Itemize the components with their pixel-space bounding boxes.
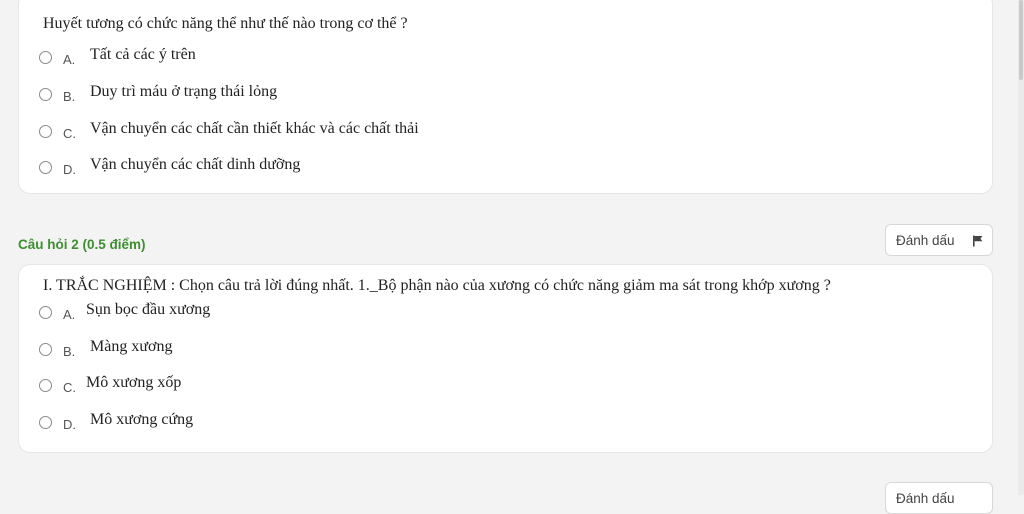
radio-button[interactable] xyxy=(39,306,52,319)
radio-button[interactable] xyxy=(39,416,52,429)
option-letter: A. xyxy=(63,307,76,322)
flag-question-3-button[interactable]: Đánh dấu xyxy=(885,482,993,514)
question-1-option-d[interactable]: D. Vận chuyển các chất dinh dưỡng xyxy=(39,156,739,180)
question-2-text: I. TRẮC NGHIỆM : Chọn câu trả lời đúng n… xyxy=(43,277,831,294)
option-text: Mô xương xốp xyxy=(86,374,182,391)
option-letter: D. xyxy=(63,417,76,432)
scrollbar[interactable] xyxy=(1018,0,1024,495)
question-2-card: I. TRẮC NGHIỆM : Chọn câu trả lời đúng n… xyxy=(18,264,993,453)
option-letter: B. xyxy=(63,344,76,359)
question-2-option-d[interactable]: D. Mô xương cứng xyxy=(39,411,739,435)
question-1-option-b[interactable]: B. Duy trì máu ở trạng thái lỏng xyxy=(39,83,739,107)
question-1-option-c[interactable]: C. Vận chuyển các chất cần thiết khác và… xyxy=(39,120,739,144)
flag-button-label: Đánh dấu xyxy=(896,233,955,248)
option-text: Tất cả các ý trên xyxy=(90,46,196,63)
question-1-card: Huyết tương có chức năng thể như thế nào… xyxy=(18,0,993,194)
option-text: Duy trì máu ở trạng thái lỏng xyxy=(90,83,278,100)
option-letter: D. xyxy=(63,162,76,177)
question-2-header: Câu hỏi 2 (0.5 điểm) xyxy=(18,237,146,252)
flag-icon xyxy=(973,235,983,247)
option-letter: C. xyxy=(63,380,76,395)
flag-question-2-button[interactable]: Đánh dấu xyxy=(885,224,993,256)
question-1-option-a[interactable]: A. Tất cả các ý trên xyxy=(39,46,739,70)
question-2-option-c[interactable]: C. Mô xương xốp xyxy=(39,374,739,398)
option-text: Sụn bọc đầu xương xyxy=(86,301,211,318)
radio-button[interactable] xyxy=(39,125,52,138)
option-letter: B. xyxy=(63,89,76,104)
radio-button[interactable] xyxy=(39,88,52,101)
question-2-option-b[interactable]: B. Màng xương xyxy=(39,338,739,362)
flag-button-label: Đánh dấu xyxy=(896,491,955,506)
radio-button[interactable] xyxy=(39,379,52,392)
option-text: Vận chuyển các chất dinh dưỡng xyxy=(90,156,301,173)
option-text: Vận chuyển các chất cần thiết khác và cá… xyxy=(90,120,419,137)
option-text: Mô xương cứng xyxy=(90,411,194,428)
question-2-option-a[interactable]: A. Sụn bọc đầu xương xyxy=(39,301,739,325)
radio-button[interactable] xyxy=(39,161,52,174)
radio-button[interactable] xyxy=(39,343,52,356)
question-1-text: Huyết tương có chức năng thể như thế nào… xyxy=(43,15,408,32)
option-text: Màng xương xyxy=(90,338,173,355)
option-letter: C. xyxy=(63,126,76,141)
radio-button[interactable] xyxy=(39,51,52,64)
scrollbar-thumb[interactable] xyxy=(1019,0,1023,80)
option-letter: A. xyxy=(63,52,76,67)
